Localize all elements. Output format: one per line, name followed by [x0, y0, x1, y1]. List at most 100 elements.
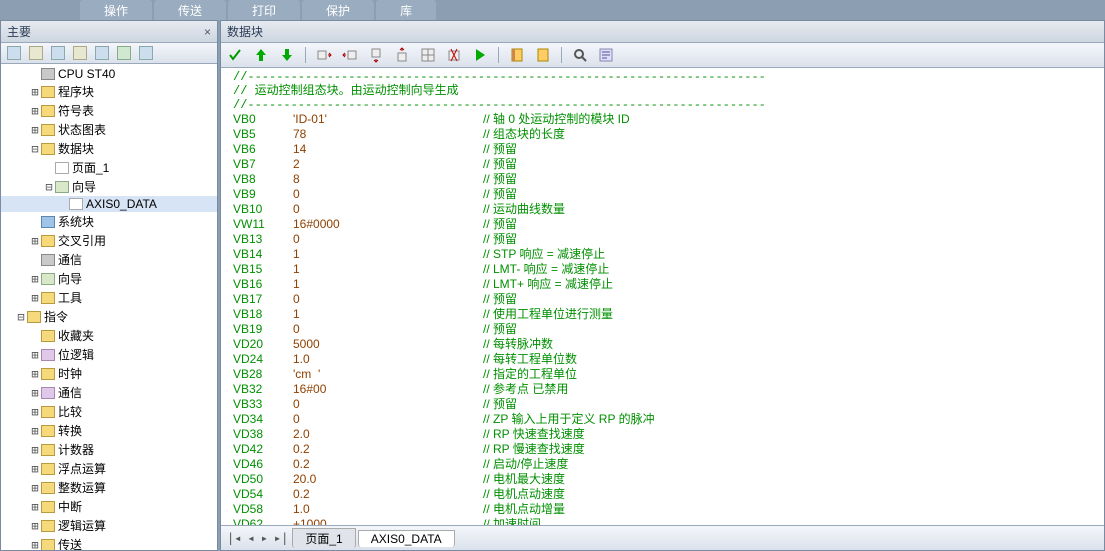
- tree-item[interactable]: 页面_1: [1, 158, 217, 177]
- tree-twisty[interactable]: ⊞: [29, 405, 41, 419]
- tree-label: 转换: [58, 422, 82, 439]
- tree-twisty[interactable]: ⊞: [29, 481, 41, 495]
- tree-twisty[interactable]: ⊞: [29, 272, 41, 286]
- tree-twisty[interactable]: ⊞: [29, 348, 41, 362]
- tree-item[interactable]: ⊟向导: [1, 177, 217, 196]
- props-icon[interactable]: [598, 47, 614, 63]
- tree-item[interactable]: ⊞计数器: [1, 440, 217, 459]
- delete-icon[interactable]: [446, 47, 462, 63]
- tree-item[interactable]: ⊟指令: [1, 307, 217, 326]
- tree-item[interactable]: ⊞位逻辑: [1, 345, 217, 364]
- top-tab[interactable]: 传送: [154, 0, 226, 20]
- close-icon[interactable]: ×: [204, 25, 211, 39]
- document-tabs: |◂ ◂ ▸ ▸| 页面_1 AXIS0_DATA: [221, 525, 1104, 550]
- prev-tab-icon[interactable]: ◂: [245, 531, 256, 545]
- tree-item[interactable]: ⊞整数运算: [1, 478, 217, 497]
- book2-icon[interactable]: [535, 47, 551, 63]
- tree-item[interactable]: 收藏夹: [1, 326, 217, 345]
- last-tab-icon[interactable]: ▸|: [272, 531, 290, 545]
- toolbar-icon[interactable]: [7, 46, 21, 60]
- top-tab[interactable]: 保护: [302, 0, 374, 20]
- tree-twisty[interactable]: [29, 67, 41, 81]
- tree-item[interactable]: 通信: [1, 250, 217, 269]
- tree-twisty[interactable]: ⊞: [29, 424, 41, 438]
- top-tab[interactable]: 操作: [80, 0, 152, 20]
- tree-twisty[interactable]: ⊞: [29, 519, 41, 533]
- tree-item[interactable]: AXIS0_DATA: [1, 196, 217, 212]
- code-line: VB141// STP 响应 = 减速停止: [233, 247, 1104, 262]
- tree-twisty[interactable]: [43, 161, 55, 175]
- insert-right-icon[interactable]: [342, 47, 358, 63]
- tree-twisty[interactable]: ⊟: [43, 180, 55, 194]
- tree-item[interactable]: ⊞向导: [1, 269, 217, 288]
- tree-twisty[interactable]: ⊞: [29, 538, 41, 551]
- code-editor[interactable]: //--------------------------------------…: [221, 68, 1104, 525]
- insert-left-icon[interactable]: [316, 47, 332, 63]
- toolbar-icon[interactable]: [29, 46, 43, 60]
- folder-icon: [41, 330, 55, 342]
- tree-twisty[interactable]: ⊞: [29, 123, 41, 137]
- run-icon[interactable]: [472, 47, 488, 63]
- code-line: VD460.2// 启动/停止速度: [233, 457, 1104, 472]
- tree-twisty[interactable]: [57, 197, 69, 211]
- tree-item[interactable]: ⊞传送: [1, 535, 217, 550]
- tree-item[interactable]: 系统块: [1, 212, 217, 231]
- tree-twisty[interactable]: ⊞: [29, 500, 41, 514]
- tree-twisty[interactable]: ⊞: [29, 85, 41, 99]
- tree-twisty[interactable]: ⊞: [29, 386, 41, 400]
- toolbar-icon[interactable]: [51, 46, 65, 60]
- find-icon[interactable]: [572, 47, 588, 63]
- tree-item[interactable]: ⊞状态图表: [1, 120, 217, 139]
- tree-item[interactable]: ⊞工具: [1, 288, 217, 307]
- code-line: VD340// ZP 输入上用于定义 RP 的脉冲: [233, 412, 1104, 427]
- tree-twisty[interactable]: ⊟: [15, 310, 27, 324]
- tree-item[interactable]: ⊞通信: [1, 383, 217, 402]
- tree-twisty[interactable]: ⊟: [29, 142, 41, 156]
- folder-icon: [41, 105, 55, 117]
- doc-tab-active[interactable]: AXIS0_DATA: [358, 530, 455, 547]
- tree-item[interactable]: ⊞比较: [1, 402, 217, 421]
- tree-item[interactable]: ⊞时钟: [1, 364, 217, 383]
- tree-twisty[interactable]: [29, 215, 41, 229]
- code-line: VD382.0// RP 快速查找速度: [233, 427, 1104, 442]
- code-line: VB0'ID-01'// 轴 0 处运动控制的模块 ID: [233, 112, 1104, 127]
- tree-item[interactable]: ⊞浮点运算: [1, 459, 217, 478]
- project-tree-pane: 主要 × CPU ST40⊞程序块⊞符号表⊞状态图表⊟数据块 页面_1⊟向导 A…: [0, 20, 218, 551]
- tree-item[interactable]: ⊞符号表: [1, 101, 217, 120]
- insert-grid-icon[interactable]: [420, 47, 436, 63]
- tree-twisty[interactable]: ⊞: [29, 234, 41, 248]
- code-line: VD62+1000// 加速时间: [233, 517, 1104, 525]
- apply-icon[interactable]: [227, 47, 243, 63]
- toolbar-icon[interactable]: [139, 46, 153, 60]
- top-tab[interactable]: 库: [376, 0, 436, 20]
- tree-twisty[interactable]: [29, 329, 41, 343]
- folder-icon: [41, 254, 55, 266]
- tree-label: 程序块: [58, 83, 94, 100]
- tree-item[interactable]: CPU ST40: [1, 66, 217, 82]
- insert-bottom-icon[interactable]: [394, 47, 410, 63]
- tree-twisty[interactable]: ⊞: [29, 291, 41, 305]
- top-tab[interactable]: 打印: [228, 0, 300, 20]
- insert-top-icon[interactable]: [368, 47, 384, 63]
- tree-twisty[interactable]: [29, 253, 41, 267]
- toolbar-icon[interactable]: [95, 46, 109, 60]
- book-icon[interactable]: [509, 47, 525, 63]
- toolbar-icon[interactable]: [73, 46, 87, 60]
- tree-item[interactable]: ⊞ 程序块: [1, 82, 217, 101]
- toolbar-icon[interactable]: [117, 46, 131, 60]
- next-tab-icon[interactable]: ▸: [259, 531, 270, 545]
- tree-item[interactable]: ⊞ 转换: [1, 421, 217, 440]
- project-tree[interactable]: CPU ST40 ⊞ 程序块⊞符号表⊞状态图表⊟数据块 页面_1⊟向导 AXIS0_…: [1, 64, 217, 550]
- tree-twisty[interactable]: ⊞: [29, 104, 41, 118]
- doc-tab[interactable]: 页面_1: [292, 528, 355, 548]
- tree-twisty[interactable]: ⊞: [29, 462, 41, 476]
- tree-item[interactable]: ⊞交叉引用: [1, 231, 217, 250]
- down-icon[interactable]: [279, 47, 295, 63]
- tree-twisty[interactable]: ⊞: [29, 367, 41, 381]
- tree-item[interactable]: ⊞中断: [1, 497, 217, 516]
- tree-twisty[interactable]: ⊞: [29, 443, 41, 457]
- tree-item[interactable]: ⊞逻辑运算: [1, 516, 217, 535]
- first-tab-icon[interactable]: |◂: [225, 531, 243, 545]
- up-icon[interactable]: [253, 47, 269, 63]
- tree-item[interactable]: ⊟数据块: [1, 139, 217, 158]
